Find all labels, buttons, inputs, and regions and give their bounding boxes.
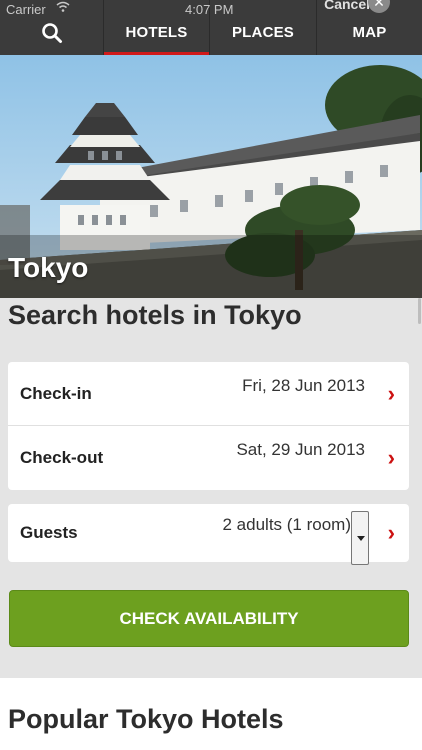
hero-city-title: Tokyo [8, 252, 89, 283]
dates-card: Check-in Fri, 28 Jun 2013 › Check-out Sa… [8, 362, 409, 490]
checkin-value: Fri, 28 Jun 2013 [242, 376, 365, 395]
chevron-right-icon: › [387, 380, 395, 406]
popular-title: Popular Tokyo Hotels [8, 704, 284, 734]
scrollbar[interactable] [418, 298, 421, 324]
wifi-icon [56, 1, 70, 16]
cancel-button[interactable]: Cancel [324, 0, 370, 12]
guests-row[interactable]: Guests 2 adults (1 room) › [8, 504, 409, 565]
dropdown-arrow-icon[interactable] [351, 511, 369, 565]
checkout-row[interactable]: Check-out Sat, 29 Jun 2013 › [8, 426, 409, 489]
status-time: 4:07 PM [185, 2, 234, 17]
status-bar: Carrier 4:07 PM Cancel ✕ [0, 0, 422, 20]
check-availability-button[interactable]: CHECK AVAILABILITY [9, 590, 409, 647]
popular-section: Popular Tokyo Hotels [0, 678, 422, 750]
search-icon [41, 22, 62, 43]
guests-label: Guests [20, 523, 78, 542]
checkout-value: Sat, 29 Jun 2013 [236, 440, 365, 459]
carrier-label: Carrier [6, 2, 46, 17]
guests-card: Guests 2 adults (1 room) › [8, 504, 409, 565]
chevron-right-icon: › [387, 444, 395, 470]
checkout-label: Check-out [20, 447, 104, 467]
chevron-right-icon: › [387, 520, 395, 545]
close-icon[interactable]: ✕ [368, 0, 390, 13]
checkin-label: Check-in [20, 383, 92, 403]
page-title: Search hotels in Tokyo [8, 300, 302, 330]
guests-value: 2 adults (1 room) [222, 515, 352, 534]
checkin-row[interactable]: Check-in Fri, 28 Jun 2013 › [8, 362, 409, 425]
hero-image: Tokyo [0, 55, 422, 298]
